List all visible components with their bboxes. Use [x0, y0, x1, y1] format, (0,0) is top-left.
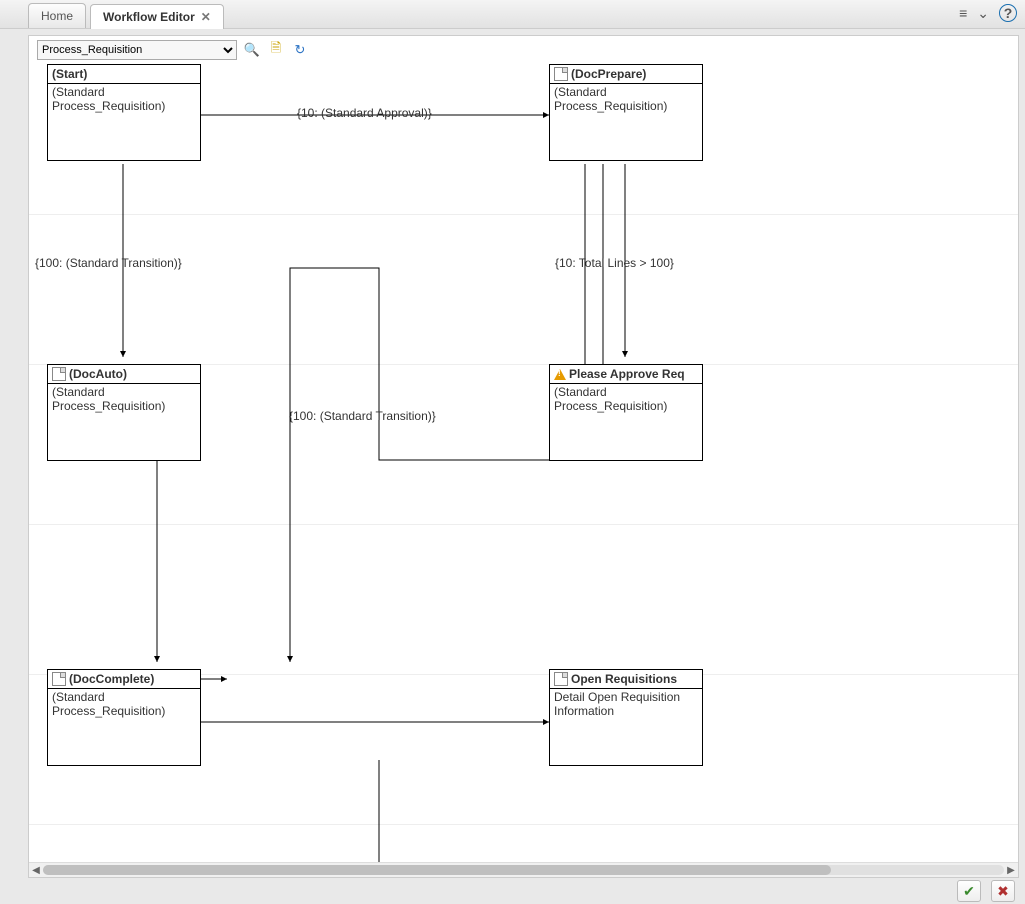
node-prepare-sub2: Process_Requisition): [554, 99, 667, 113]
transition-label-3: {10: Total Lines > 100}: [555, 256, 674, 270]
node-prepare-title: (DocPrepare): [571, 67, 646, 81]
node-open-title: Open Requisitions: [571, 672, 677, 686]
scroll-thumb[interactable]: [43, 865, 831, 875]
cancel-button[interactable]: ✖: [991, 880, 1015, 902]
document-icon: [52, 367, 66, 381]
node-approve-title: Please Approve Req: [569, 367, 685, 381]
tab-workflow-editor[interactable]: Workflow Editor ✕: [90, 4, 224, 29]
node-start-title: (Start): [52, 67, 87, 81]
node-approve[interactable]: Please Approve Req (StandardProcess_Requ…: [549, 364, 703, 461]
node-complete-sub2: Process_Requisition): [52, 704, 165, 718]
workflow-select[interactable]: Process_Requisition: [37, 40, 237, 60]
node-approve-sub1: (Standard: [554, 385, 607, 399]
tab-editor-label: Workflow Editor: [103, 10, 195, 24]
confirm-button[interactable]: ✔: [957, 880, 981, 902]
zoom-icon[interactable]: 🔍: [243, 41, 261, 59]
node-doccomplete[interactable]: (DocComplete) (StandardProcess_Requisiti…: [47, 669, 201, 766]
tab-bar: Home Workflow Editor ✕ ≡ ⌄ ?: [0, 0, 1025, 29]
transition-label-2: {100: (Standard Transition)}: [35, 256, 182, 270]
scroll-track[interactable]: [43, 865, 1004, 875]
editor-panel: Process_Requisition 🔍 🗎 ↻: [28, 35, 1019, 878]
document-icon: [554, 672, 568, 686]
document-icon: [554, 67, 568, 81]
scroll-left-arrow[interactable]: ◀: [29, 865, 43, 876]
node-auto-sub2: Process_Requisition): [52, 399, 165, 413]
node-docprepare[interactable]: (DocPrepare) (StandardProcess_Requisitio…: [549, 64, 703, 161]
node-start-sub1: (Standard: [52, 85, 105, 99]
new-icon[interactable]: 🗎: [267, 41, 285, 59]
tab-home[interactable]: Home: [28, 3, 86, 28]
node-prepare-sub1: (Standard: [554, 85, 607, 99]
horizontal-scrollbar[interactable]: ◀ ▶: [29, 862, 1018, 877]
workflow-canvas[interactable]: {10: (Standard Approval)} {100: (Standar…: [29, 64, 1018, 862]
node-complete-title: (DocComplete): [69, 672, 154, 686]
editor-toolbar: Process_Requisition 🔍 🗎 ↻: [29, 36, 1018, 64]
tab-close-icon[interactable]: ✕: [201, 10, 211, 24]
node-start-sub2: Process_Requisition): [52, 99, 165, 113]
help-icon[interactable]: ?: [999, 4, 1017, 22]
node-docauto[interactable]: (DocAuto) (StandardProcess_Requisition): [47, 364, 201, 461]
node-approve-sub2: Process_Requisition): [554, 399, 667, 413]
refresh-icon[interactable]: ↻: [291, 41, 309, 59]
node-open-requisitions[interactable]: Open Requisitions Detail Open Requisitio…: [549, 669, 703, 766]
warning-icon: [554, 369, 566, 380]
transition-label-1: {10: (Standard Approval)}: [297, 106, 432, 120]
menu-icon[interactable]: ≡: [959, 5, 967, 21]
node-complete-sub1: (Standard: [52, 690, 105, 704]
tab-home-label: Home: [41, 9, 73, 23]
node-auto-sub1: (Standard: [52, 385, 105, 399]
footer-toolbar: ✔ ✖: [0, 878, 1025, 904]
expand-icon[interactable]: ⌄: [977, 5, 989, 22]
scroll-right-arrow[interactable]: ▶: [1004, 865, 1018, 876]
node-start[interactable]: (Start) (StandardProcess_Requisition): [47, 64, 201, 161]
node-open-sub2: Information: [554, 704, 614, 718]
node-auto-title: (DocAuto): [69, 367, 127, 381]
transition-label-4: {100: (Standard Transition)}: [289, 409, 436, 423]
node-open-sub1: Detail Open Requisition: [554, 690, 680, 704]
document-icon: [52, 672, 66, 686]
